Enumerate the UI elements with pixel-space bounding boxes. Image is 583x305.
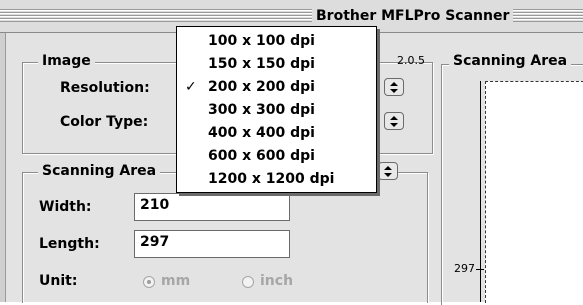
image-group-label: Image bbox=[38, 53, 95, 69]
menu-item-600-dpi[interactable]: 600 x 600 dpi bbox=[177, 147, 376, 169]
menu-item-label: 150 x 150 dpi bbox=[208, 56, 315, 72]
length-label: Length: bbox=[39, 236, 100, 252]
unit-mm-radio[interactable] bbox=[143, 276, 155, 288]
ruler-tick bbox=[476, 269, 484, 270]
radio-selected-dot bbox=[147, 280, 151, 284]
menu-item-label: 200 x 200 dpi bbox=[208, 79, 315, 95]
menu-item-label: 600 x 600 dpi bbox=[208, 148, 315, 164]
color-type-label: Color Type: bbox=[60, 114, 149, 130]
preview-group-label: Scanning Area bbox=[449, 53, 572, 69]
unit-inch-label[interactable]: inch bbox=[260, 273, 293, 289]
width-field[interactable]: 210 bbox=[134, 193, 290, 221]
scanning-area-stepper[interactable] bbox=[378, 162, 398, 180]
up-down-arrows-icon bbox=[384, 166, 392, 177]
menu-item-label: 100 x 100 dpi bbox=[208, 33, 315, 49]
up-down-arrows-icon bbox=[390, 116, 398, 127]
menu-item-100-dpi[interactable]: 100 x 100 dpi bbox=[177, 32, 376, 54]
color-type-stepper[interactable] bbox=[384, 112, 404, 130]
resolution-popup-menu: 100 x 100 dpi 150 x 150 dpi ✓ 200 x 200 … bbox=[176, 26, 377, 193]
window-frame-left bbox=[0, 33, 6, 302]
length-field[interactable]: 297 bbox=[134, 230, 290, 258]
unit-label: Unit: bbox=[39, 273, 78, 289]
preview-canvas[interactable] bbox=[485, 81, 583, 303]
ruler-label: 297 bbox=[454, 262, 475, 275]
unit-inch-radio[interactable] bbox=[242, 276, 254, 288]
menu-item-400-dpi[interactable]: 400 x 400 dpi bbox=[177, 124, 376, 146]
version-text: 2.0.5 bbox=[397, 54, 425, 67]
menu-item-1200-dpi[interactable]: 1200 x 1200 dpi bbox=[177, 170, 376, 192]
resolution-label: Resolution: bbox=[60, 80, 150, 96]
up-down-arrows-icon bbox=[390, 82, 398, 93]
menu-item-label: 1200 x 1200 dpi bbox=[208, 171, 335, 187]
scanning-area-group-label: Scanning Area bbox=[38, 163, 161, 179]
menu-item-label: 300 x 300 dpi bbox=[208, 102, 315, 118]
menu-item-200-dpi[interactable]: ✓ 200 x 200 dpi bbox=[177, 78, 376, 100]
menu-item-label: 400 x 400 dpi bbox=[208, 125, 315, 141]
scanner-window: Brother MFLPro Scanner Image Resolution:… bbox=[0, 0, 583, 305]
resolution-stepper[interactable] bbox=[384, 78, 404, 96]
menu-item-300-dpi[interactable]: 300 x 300 dpi bbox=[177, 101, 376, 123]
menu-item-150-dpi[interactable]: 150 x 150 dpi bbox=[177, 55, 376, 77]
window-title: Brother MFLPro Scanner bbox=[312, 5, 514, 27]
width-label: Width: bbox=[39, 199, 92, 215]
checkmark-icon: ✓ bbox=[185, 79, 197, 95]
unit-mm-label[interactable]: mm bbox=[161, 273, 190, 289]
